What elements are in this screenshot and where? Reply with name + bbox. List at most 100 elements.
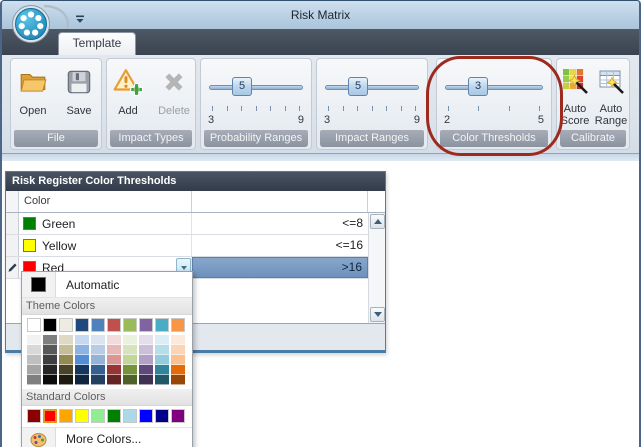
slider-thumb[interactable]: 5 [232, 77, 252, 96]
color-swatch[interactable] [139, 365, 153, 375]
row-selector-editing[interactable] [6, 257, 19, 278]
color-swatch[interactable] [155, 345, 169, 355]
more-colors-item[interactable]: More Colors... [22, 427, 192, 447]
color-swatch[interactable] [91, 345, 105, 355]
color-swatch[interactable] [43, 345, 57, 355]
application-menu-button[interactable] [11, 4, 51, 44]
grid-scrollbar[interactable] [368, 213, 385, 323]
color-swatch[interactable] [27, 355, 41, 365]
color-swatch[interactable] [171, 318, 185, 332]
color-swatch[interactable] [27, 335, 41, 345]
color-swatch[interactable] [171, 355, 185, 365]
color-swatch[interactable] [75, 335, 89, 345]
color-swatch[interactable] [139, 355, 153, 365]
color-swatch[interactable] [171, 345, 185, 355]
slider-thumb[interactable]: 3 [468, 77, 488, 96]
slider-thumb[interactable]: 5 [348, 77, 368, 96]
color-swatch[interactable] [123, 409, 137, 423]
color-swatch[interactable] [75, 355, 89, 365]
color-swatch[interactable] [27, 375, 41, 385]
color-swatch[interactable] [171, 375, 185, 385]
color-swatch[interactable] [59, 335, 73, 345]
scroll-up-button[interactable] [370, 214, 385, 229]
color-swatch[interactable] [59, 318, 73, 332]
color-swatch[interactable] [27, 409, 41, 423]
threshold-value-cell[interactable]: <=16 [192, 235, 368, 256]
color-swatch[interactable] [139, 375, 153, 385]
delete-impact-type-button[interactable]: Delete [153, 65, 195, 127]
color-swatch[interactable] [75, 409, 89, 423]
color-swatch[interactable] [107, 345, 121, 355]
threshold-value-cell-selected[interactable]: >16 [192, 257, 368, 278]
slider-track[interactable] [445, 85, 543, 90]
slider-track[interactable] [209, 85, 303, 90]
color-swatch[interactable] [59, 355, 73, 365]
color-swatch[interactable] [123, 335, 137, 345]
color-swatch[interactable] [139, 335, 153, 345]
color-swatch[interactable] [107, 355, 121, 365]
color-swatch[interactable] [91, 318, 105, 332]
color-swatch[interactable] [107, 409, 121, 423]
color-swatch[interactable] [155, 409, 169, 423]
color-swatch[interactable] [123, 365, 137, 375]
color-swatch[interactable] [107, 365, 121, 375]
color-swatch[interactable] [123, 375, 137, 385]
column-header-color[interactable]: Color [19, 191, 192, 212]
color-swatch[interactable] [75, 375, 89, 385]
color-swatch[interactable] [43, 365, 57, 375]
row-selector[interactable] [6, 213, 19, 234]
color-swatch[interactable] [107, 375, 121, 385]
color-swatch[interactable] [155, 318, 169, 332]
color-swatch[interactable] [27, 318, 41, 332]
color-swatch[interactable] [155, 365, 169, 375]
threshold-value-cell[interactable]: <=8 [192, 213, 368, 234]
auto-score-button[interactable]: Auto Score [557, 65, 593, 127]
scroll-down-button[interactable] [370, 307, 385, 322]
color-swatch[interactable] [139, 318, 153, 332]
save-button[interactable]: Save [58, 65, 100, 127]
tab-template[interactable]: Template [58, 32, 136, 55]
color-swatch[interactable] [155, 335, 169, 345]
color-swatch[interactable] [91, 335, 105, 345]
color-swatch[interactable] [155, 355, 169, 365]
dialog-title-bar[interactable]: Risk Register Color Thresholds [6, 172, 385, 191]
color-swatch[interactable] [123, 345, 137, 355]
color-swatch[interactable] [75, 345, 89, 355]
color-swatch[interactable] [43, 375, 57, 385]
open-button[interactable]: Open [12, 65, 54, 127]
color-swatch[interactable] [107, 318, 121, 332]
color-swatch[interactable] [139, 409, 153, 423]
color-swatch[interactable] [27, 365, 41, 375]
color-swatch[interactable] [91, 355, 105, 365]
color-swatch[interactable] [139, 345, 153, 355]
color-swatch[interactable] [59, 365, 73, 375]
color-swatch[interactable] [43, 409, 57, 423]
auto-range-button[interactable]: Auto Range [593, 65, 629, 127]
color-swatch[interactable] [155, 375, 169, 385]
color-swatch[interactable] [171, 365, 185, 375]
color-swatch[interactable] [43, 318, 57, 332]
quick-access-dropdown-icon[interactable] [75, 11, 85, 20]
color-swatch[interactable] [59, 345, 73, 355]
color-swatch[interactable] [27, 345, 41, 355]
color-swatch[interactable] [91, 375, 105, 385]
slider-track[interactable] [325, 85, 419, 90]
color-swatch[interactable] [107, 335, 121, 345]
title-bar[interactable]: Risk Matrix [2, 1, 639, 29]
color-swatch[interactable] [43, 355, 57, 365]
color-swatch[interactable] [43, 335, 57, 345]
color-swatch[interactable] [123, 355, 137, 365]
color-cell[interactable]: Yellow [19, 235, 192, 256]
color-swatch[interactable] [91, 409, 105, 423]
color-swatch[interactable] [59, 375, 73, 385]
column-header-value[interactable] [192, 191, 368, 212]
row-selector[interactable] [6, 235, 19, 256]
add-impact-type-button[interactable]: Add [107, 65, 149, 127]
automatic-color-item[interactable]: Automatic [22, 272, 192, 298]
color-cell[interactable]: Green [19, 213, 192, 234]
color-swatch[interactable] [75, 365, 89, 375]
color-swatch[interactable] [91, 365, 105, 375]
color-swatch[interactable] [123, 318, 137, 332]
color-swatch[interactable] [171, 335, 185, 345]
color-swatch[interactable] [171, 409, 185, 423]
